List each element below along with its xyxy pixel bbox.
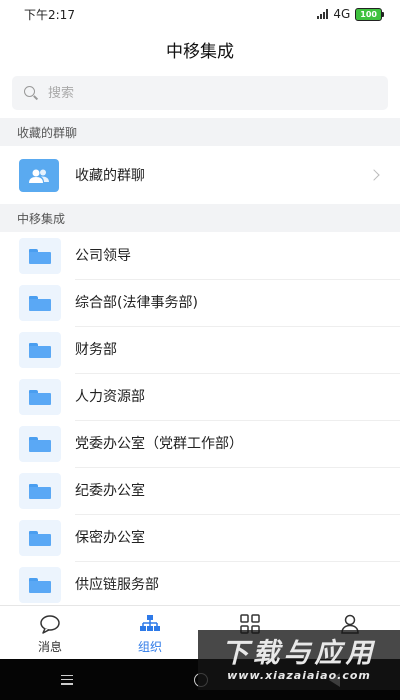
group-chat-icon: [19, 159, 59, 192]
tab-organization[interactable]: 组织: [100, 606, 200, 659]
section-header-favorites: 收藏的群聊: [0, 118, 400, 146]
chevron-right-icon: [368, 169, 380, 181]
folder-icon: [19, 520, 61, 556]
signal-icon: [317, 9, 329, 19]
favorite-groups-label: 收藏的群聊: [75, 168, 145, 184]
department-label: 党委办公室（党群工作部）: [75, 436, 243, 452]
list-item[interactable]: 保密办公室: [0, 515, 400, 562]
search-icon: [24, 86, 38, 100]
list-item[interactable]: 党委办公室（党群工作部）: [0, 421, 400, 468]
department-label: 人力资源部: [75, 389, 145, 405]
menu-icon[interactable]: [60, 674, 73, 685]
folder-icon: [19, 473, 61, 509]
tab-messages[interactable]: 消息: [0, 606, 100, 659]
status-bar: 下午2:17 4G 100: [0, 0, 400, 28]
section-header-org: 中移集成: [0, 204, 400, 232]
list-item[interactable]: 财务部: [0, 327, 400, 374]
folder-icon: [19, 238, 61, 274]
department-label: 保密办公室: [75, 530, 145, 546]
list-item[interactable]: 综合部(法律事务部): [0, 280, 400, 327]
folder-icon: [19, 332, 61, 368]
folder-icon: [19, 285, 61, 321]
department-label: 供应链服务部: [75, 577, 159, 593]
watermark-title: 下载与应用: [221, 637, 377, 669]
favorite-groups-row[interactable]: 收藏的群聊: [0, 150, 400, 202]
department-label: 公司领导: [75, 248, 131, 264]
page-title: 中移集成: [166, 41, 234, 62]
department-label: 财务部: [75, 342, 117, 358]
watermark: 下载与应用 www.xiazaiaiao.com: [198, 630, 400, 690]
list-item[interactable]: 公司领导: [0, 233, 400, 280]
status-indicators: 4G 100: [317, 7, 384, 21]
search-bar[interactable]: [12, 76, 388, 110]
folder-icon: [19, 379, 61, 415]
tab-label: 组织: [137, 640, 162, 654]
org-chart-icon: [140, 615, 160, 631]
list-item[interactable]: 供应链服务部: [0, 562, 400, 609]
network-type: 4G: [333, 7, 351, 21]
search-input[interactable]: [48, 85, 348, 101]
status-time: 下午2:17: [24, 7, 75, 22]
folder-icon: [19, 567, 61, 603]
list-item[interactable]: 人力资源部: [0, 374, 400, 421]
chat-bubble-icon: [40, 615, 60, 634]
battery-level: 100: [355, 7, 382, 21]
folder-icon: [19, 426, 61, 462]
tab-label: 消息: [37, 640, 62, 654]
department-label: 综合部(法律事务部): [75, 295, 198, 311]
list-item[interactable]: 纪委办公室: [0, 468, 400, 515]
department-label: 纪委办公室: [75, 483, 145, 499]
battery-icon: 100: [355, 7, 384, 21]
watermark-url: www.xiazaiaiao.com: [227, 668, 371, 682]
